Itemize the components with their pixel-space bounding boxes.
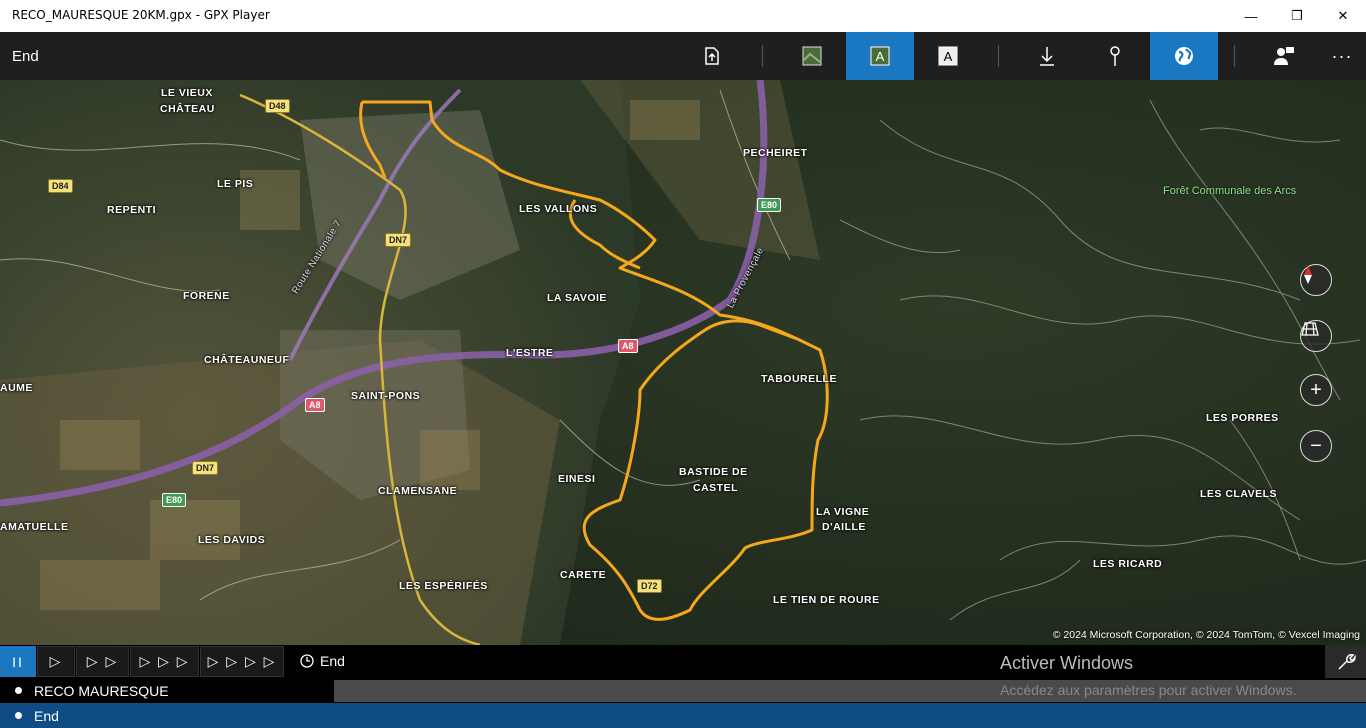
road-badge: DN7 <box>192 461 219 475</box>
compass-button[interactable] <box>1300 264 1332 296</box>
minimize-button[interactable]: — <box>1228 0 1274 32</box>
place-label: LE TIEN DE ROURE <box>773 594 880 606</box>
pin-icon <box>1110 46 1120 66</box>
download-icon <box>1040 47 1054 66</box>
activate-windows-subtitle: Accédez aux paramètres pour activer Wind… <box>1000 682 1297 698</box>
end-time: End <box>300 653 345 669</box>
toolbar-separator <box>1234 45 1235 67</box>
end-time-label: End <box>320 653 345 669</box>
place-label: AMATUELLE <box>0 521 69 533</box>
place-label: SAINT-PONS <box>351 390 421 402</box>
road-badge: DN7 <box>385 233 412 247</box>
place-label: LE VIEUX <box>161 87 213 99</box>
place-label: REPENTI <box>107 204 157 216</box>
track-dot-icon <box>15 687 22 694</box>
playback-bar: II ▷ ▷ ▷ ▷ ▷ ▷ ▷ ▷ ▷ ▷ End Activer Windo… <box>0 645 1366 678</box>
place-label: D'AILLE <box>822 521 866 533</box>
more-button[interactable]: ··· <box>1308 32 1366 80</box>
activate-windows-title: Activer Windows <box>1000 653 1134 673</box>
toolbar-separator <box>998 45 999 67</box>
aerial-map-icon <box>802 46 822 66</box>
play-speed-4-button[interactable]: ▷ ▷ ▷ ▷ <box>200 646 284 677</box>
window-title: RECO_MAURESQUE 20KM.gpx - GPX Player <box>12 8 270 22</box>
place-label: LES RICARD <box>1093 558 1163 570</box>
place-label: FORENE <box>183 290 230 302</box>
track-label: RECO MAURESQUE <box>34 683 169 699</box>
close-button[interactable]: ✕ <box>1320 0 1366 32</box>
place-label: LES CLAVELS <box>1200 488 1278 500</box>
place-label: LES ESPÉRIFÉS <box>399 580 488 592</box>
forest-label: Forêt Communale des Arcs <box>1163 185 1297 197</box>
place-label: L'ESTRE <box>506 347 554 359</box>
track-label: End <box>34 708 59 724</box>
track-dot-icon <box>15 712 22 719</box>
road-badge: D84 <box>48 179 73 193</box>
place-label: TABOURELLE <box>761 373 837 385</box>
pin-button[interactable] <box>1081 32 1149 80</box>
download-button[interactable] <box>1013 32 1081 80</box>
zoom-in-button[interactable]: + <box>1300 374 1332 406</box>
settings-button[interactable] <box>1325 645 1366 678</box>
app-toolbar: End A A ··· <box>0 32 1366 80</box>
export-icon <box>705 47 719 65</box>
track-list-item[interactable]: RECO MAURESQUE Accédez aux paramètres po… <box>0 678 1366 703</box>
place-label: CHÂTEAUNEUF <box>204 354 290 366</box>
toolbar-separator <box>762 45 763 67</box>
place-label: BASTIDE DE <box>679 466 748 478</box>
play-speed-1-button[interactable]: ▷ <box>37 646 75 677</box>
map-view[interactable]: LE VIEUX CHÂTEAU LE PIS REPENTI FORENE C… <box>0 80 1366 645</box>
place-label: CHÂTEAU <box>160 103 215 115</box>
clock-icon <box>300 654 314 668</box>
place-label: EINESI <box>558 473 596 485</box>
road-badge: E80 <box>162 493 187 507</box>
road-badge: E80 <box>757 198 782 212</box>
road-map-icon: A <box>938 46 958 66</box>
people-icon <box>1274 47 1294 65</box>
wrench-icon <box>1337 653 1356 670</box>
aerial-map-button[interactable] <box>778 32 846 80</box>
road-badge: D48 <box>265 99 290 113</box>
export-button[interactable] <box>678 32 746 80</box>
3d-view-button[interactable] <box>1300 320 1332 352</box>
place-label: LA VIGNE <box>816 506 870 518</box>
road-badge: A8 <box>618 339 638 353</box>
svg-text:A: A <box>944 49 953 64</box>
place-label: AUME <box>0 382 33 394</box>
place-label: LES DAVIDS <box>198 534 266 546</box>
title-bar: RECO_MAURESQUE 20KM.gpx - GPX Player — ❐… <box>0 0 1366 32</box>
aerial-labels-icon: A <box>870 46 890 66</box>
place-label: LE PIS <box>217 178 254 190</box>
road-badge: D72 <box>637 579 662 593</box>
map-copyright: © 2024 Microsoft Corporation, © 2024 Tom… <box>1052 629 1360 641</box>
place-label: CARETE <box>560 569 607 581</box>
aerial-labels-button[interactable]: A <box>846 32 914 80</box>
svg-text:A: A <box>876 49 885 64</box>
toolbar-title: End <box>12 48 39 65</box>
globe-button[interactable] <box>1150 32 1218 80</box>
pause-button[interactable]: II <box>0 646 36 677</box>
place-label: LES PORRES <box>1206 412 1279 424</box>
place-label: LA SAVOIE <box>547 292 607 304</box>
globe-icon <box>1175 47 1193 65</box>
compass-icon <box>1304 266 1312 284</box>
zoom-out-button[interactable]: − <box>1300 430 1332 462</box>
play-speed-2-button[interactable]: ▷ ▷ <box>76 646 129 677</box>
maximize-button[interactable]: ❐ <box>1274 0 1320 32</box>
track-list-item-selected[interactable]: End <box>0 703 1366 728</box>
play-speed-3-button[interactable]: ▷ ▷ ▷ <box>130 646 199 677</box>
place-label: CASTEL <box>693 482 738 494</box>
place-label: PECHEIRET <box>743 147 808 159</box>
3d-grid-icon <box>1301 322 1319 336</box>
place-label: CLAMENSANE <box>378 485 458 497</box>
road-badge: A8 <box>305 398 325 412</box>
road-map-button[interactable]: A <box>914 32 982 80</box>
place-label: LES VALLONS <box>519 203 598 215</box>
